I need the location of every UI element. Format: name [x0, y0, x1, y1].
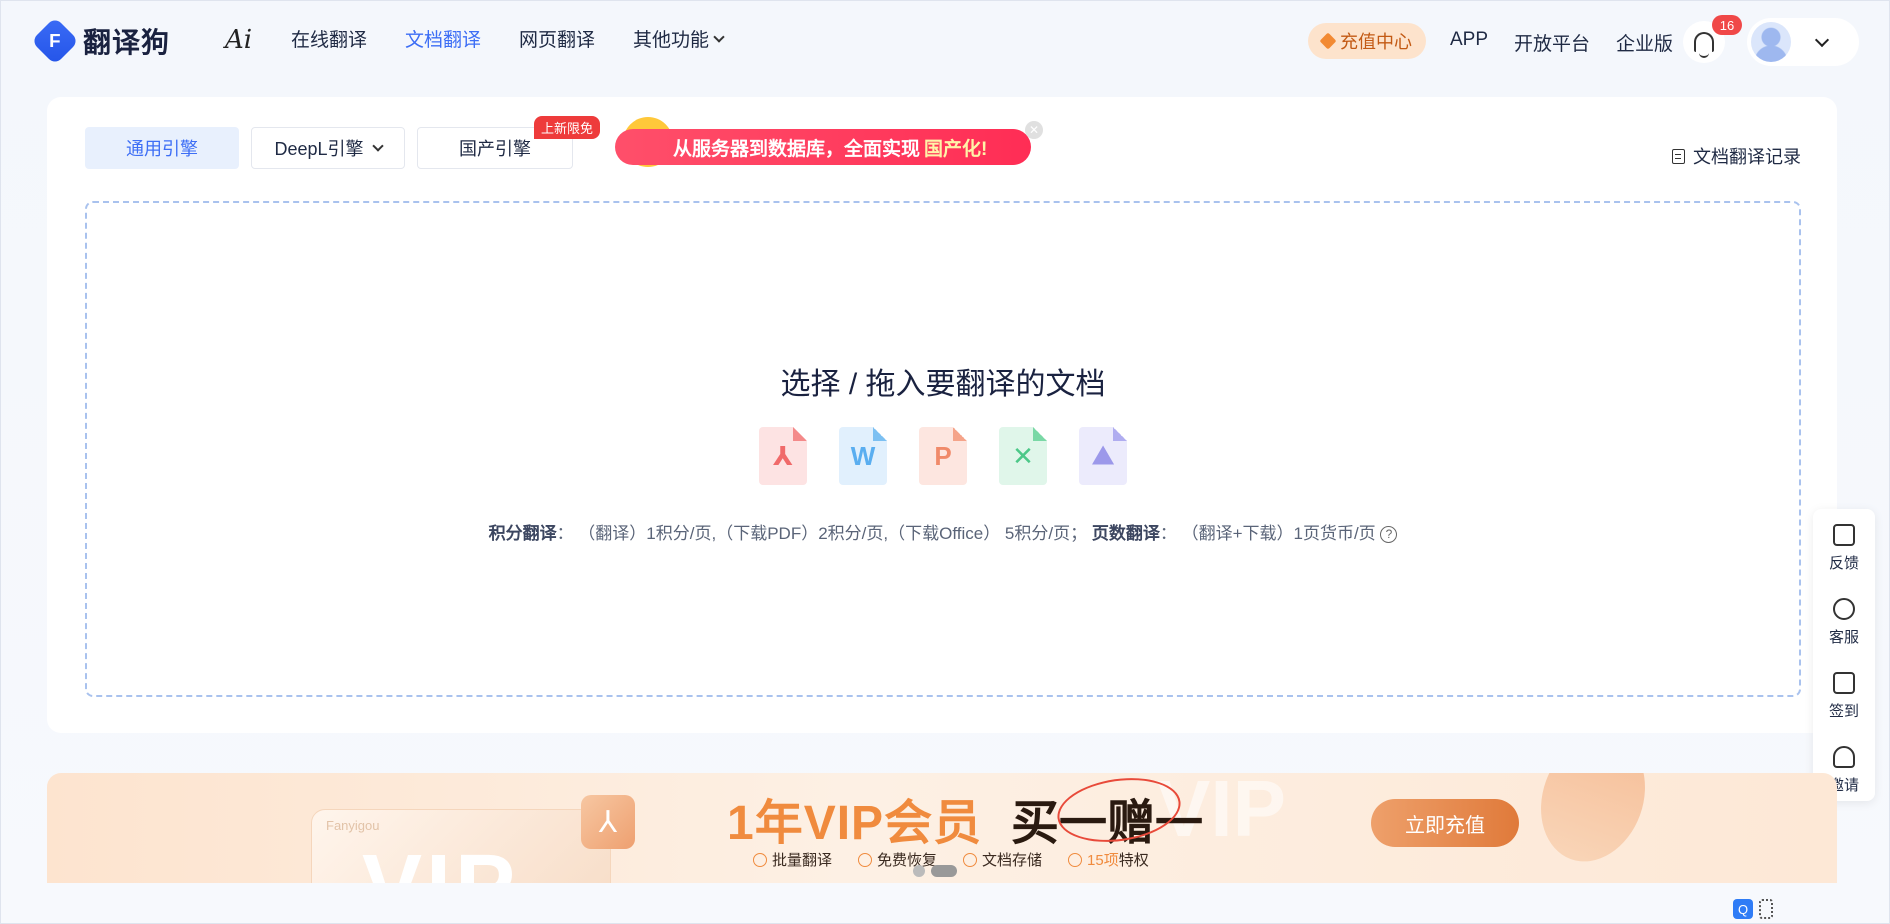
carousel-dot[interactable]: [913, 865, 925, 877]
carousel-dot-active[interactable]: [931, 865, 957, 877]
calendar-check-icon: [1833, 671, 1855, 694]
carousel-dots: [913, 865, 957, 877]
notification-badge: 16: [1712, 15, 1742, 35]
nav-web-translate[interactable]: 网页翻译: [519, 25, 595, 52]
corner-tools: Q: [1733, 899, 1773, 919]
app-icon[interactable]: Q: [1733, 899, 1753, 919]
vip-card-graphic: Fanyigou VIP: [311, 809, 611, 883]
check-circle-icon: [963, 853, 978, 867]
recharge-center-button[interactable]: 充值中心: [1308, 23, 1426, 59]
benefit-item: 批量翻译: [753, 849, 832, 870]
vip-card-text: VIP: [362, 836, 519, 883]
decorative-swirl: [1523, 773, 1663, 877]
floating-toolbar: 反馈 客服 签到 邀请: [1813, 509, 1875, 801]
recharge-label: 充值中心: [1340, 32, 1412, 52]
chevron-down-icon: [1814, 32, 1830, 48]
scan-icon[interactable]: [1759, 899, 1773, 919]
nav-document-translate[interactable]: 文档翻译: [405, 25, 481, 52]
benefit-item: 15项特权: [1068, 849, 1149, 870]
vip-title: 1年VIP会员: [727, 797, 983, 850]
word-file-icon: W: [839, 427, 887, 485]
feedback-label: 反馈: [1828, 554, 1859, 572]
close-icon[interactable]: ✕: [1025, 121, 1043, 139]
add-user-icon: [1833, 745, 1855, 768]
benefit-item: 文档存储: [963, 849, 1042, 870]
pricing-pages-label: 页数翻译: [1091, 524, 1160, 543]
main-nav: 在线翻译 文档翻译 网页翻译 其他功能: [291, 25, 725, 52]
user-menu[interactable]: [1747, 18, 1859, 66]
nav-online-translate[interactable]: 在线翻译: [291, 25, 367, 52]
chevron-down-icon: [371, 140, 384, 152]
customer-service-button[interactable]: 客服: [1813, 587, 1875, 657]
header-links: APP 开放平台 企业版: [1450, 29, 1673, 56]
file-type-icons: ⅄ W P ✕ ⛰: [87, 427, 1799, 485]
feedback-button[interactable]: 反馈: [1813, 513, 1875, 583]
help-icon[interactable]: ?: [1380, 526, 1398, 544]
link-enterprise[interactable]: 企业版: [1616, 29, 1673, 56]
pricing-points-text: ： （翻译）1积分/页,（下载PDF）2积分/页,（下载Office） 5积分/…: [556, 524, 1088, 543]
document-icon: [1672, 148, 1685, 164]
engine-domestic-tab[interactable]: 国产引擎 上新限免: [417, 116, 600, 169]
link-open-platform[interactable]: 开放平台: [1514, 29, 1590, 56]
pricing-points-label: 积分翻译: [488, 524, 557, 543]
ai-icon[interactable]: Ai: [225, 25, 252, 55]
promo-highlight: 国产化!: [924, 138, 988, 160]
pricing-info: 积分翻译： （翻译）1积分/页,（下载PDF）2积分/页,（下载Office） …: [87, 519, 1799, 544]
link-app[interactable]: APP: [1450, 29, 1488, 56]
engine-domestic-label: 国产引擎: [459, 139, 531, 159]
vip-promo-banner[interactable]: Fanyigou VIP ⅄ VIP 1年VIP会员 买一赠一 批量翻译 免费恢…: [47, 773, 1837, 883]
check-circle-icon: [858, 853, 873, 867]
ppt-file-icon: P: [919, 427, 967, 485]
promo-banner[interactable]: 从服务器到数据库，全面实现 国产化!: [615, 129, 1031, 165]
app-window: F 翻译狗 Ai 在线翻译 文档翻译 网页翻译 其他功能 充值中心 APP 开放…: [0, 0, 1890, 924]
buy-now-button[interactable]: 立即充值: [1371, 799, 1519, 847]
pdf-file-icon: ⅄: [759, 427, 807, 485]
excel-file-icon: ✕: [999, 427, 1047, 485]
headset-icon: [1833, 597, 1855, 620]
new-free-tag: 上新限免: [533, 116, 600, 139]
checkin-label: 签到: [1828, 702, 1859, 720]
document-translate-card: 通用引擎 DeepL引擎 国产引擎 上新限免 从服务器到数据库，全面实现 国产化…: [47, 97, 1837, 733]
nav-other-features-label: 其他功能: [633, 30, 710, 51]
checkin-button[interactable]: 签到: [1813, 661, 1875, 731]
brand-logo[interactable]: F 翻译狗: [30, 16, 171, 66]
promo-text: 从服务器到数据库，全面实现: [673, 138, 921, 160]
image-file-icon: ⛰: [1079, 427, 1127, 485]
nav-other-features[interactable]: 其他功能: [633, 25, 725, 52]
check-circle-icon: [753, 853, 767, 867]
check-circle-icon: [1068, 853, 1083, 867]
pricing-pages-text: ： （翻译+下载）1页货币/页: [1159, 524, 1376, 543]
feedback-icon: [1833, 523, 1855, 546]
top-header: F 翻译狗 Ai 在线翻译 文档翻译 网页翻译 其他功能 充值中心 APP 开放…: [1, 1, 1890, 81]
bell-icon: [1694, 32, 1714, 58]
avatar: [1751, 22, 1791, 62]
customer-service-label: 客服: [1828, 628, 1859, 646]
engine-selector: 通用引擎 DeepL引擎 国产引擎 上新限免: [85, 116, 600, 169]
diamond-icon: [1319, 32, 1337, 50]
translate-record-link[interactable]: 文档翻译记录: [1672, 143, 1801, 169]
logo-icon: F: [30, 16, 80, 66]
vip-card-brand: Fanyigou: [326, 818, 380, 833]
engine-general-tab[interactable]: 通用引擎: [85, 127, 239, 169]
pdf-badge-icon: ⅄: [581, 795, 635, 849]
brand-name: 翻译狗: [83, 27, 171, 58]
file-dropzone[interactable]: 选择 / 拖入要翻译的文档 ⅄ W P ✕ ⛰ 积分翻译： （翻译）1积分/页,…: [85, 201, 1801, 697]
engine-deepl-dropdown[interactable]: DeepL引擎: [251, 127, 405, 169]
chevron-down-icon: [713, 30, 725, 43]
engine-deepl-label: DeepL引擎: [274, 139, 364, 159]
dropzone-title: 选择 / 拖入要翻译的文档: [780, 368, 1106, 401]
record-label: 文档翻译记录: [1693, 147, 1801, 167]
